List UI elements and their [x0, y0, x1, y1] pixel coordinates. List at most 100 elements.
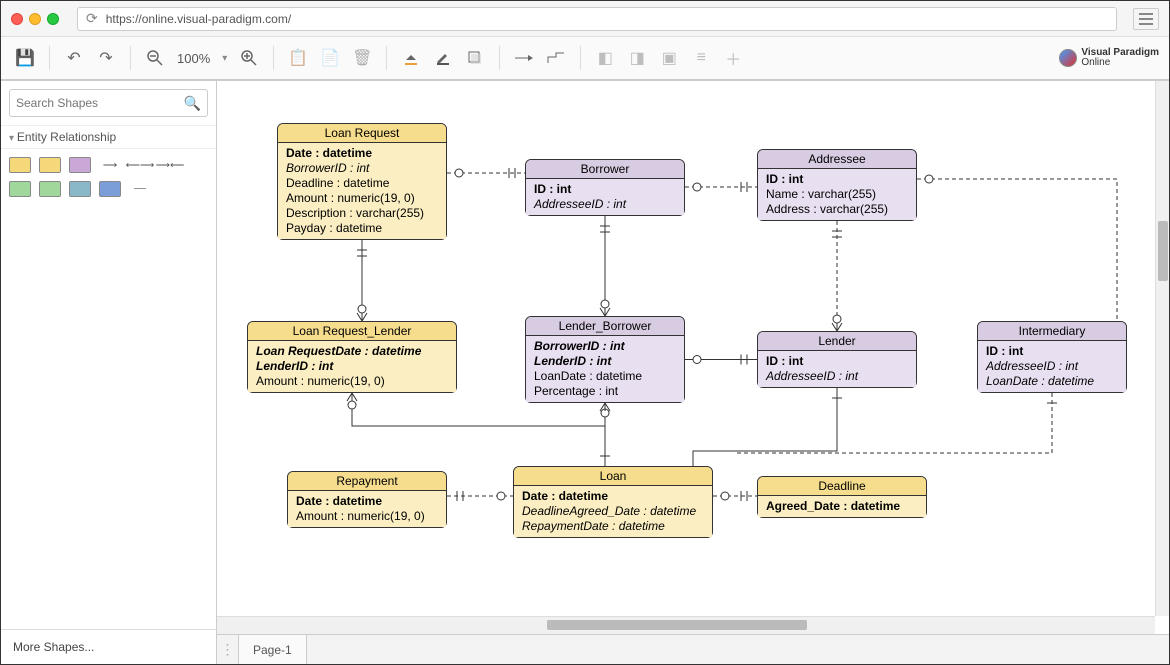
- palette-entity-teal[interactable]: [69, 181, 91, 197]
- entity-attr: Agreed_Date : datetime: [766, 499, 918, 514]
- entity-header: Loan Request: [278, 124, 446, 143]
- palette-conn-zero[interactable]: ⟶⟵: [159, 157, 181, 173]
- zoom-out-button[interactable]: [141, 44, 169, 72]
- entity-lender_borrower[interactable]: Lender_BorrowerBorrowerID : intLenderID …: [525, 316, 685, 403]
- entity-intermediary[interactable]: IntermediaryID : intAddresseeID : intLoa…: [977, 321, 1127, 393]
- waypoint-style-button[interactable]: [542, 44, 570, 72]
- entity-repayment[interactable]: RepaymentDate : datetimeAmount : numeric…: [287, 471, 447, 528]
- zoom-dropdown-icon[interactable]: ▾: [218, 53, 231, 64]
- entity-header: Repayment: [288, 472, 446, 491]
- align-button[interactable]: ≡: [687, 44, 715, 72]
- entity-attr: ID : int: [766, 172, 908, 187]
- entity-attr: LenderID : int: [256, 359, 448, 374]
- entity-body: Agreed_Date : datetime: [758, 496, 926, 517]
- add-button[interactable]: ＋: [719, 44, 747, 72]
- horizontal-scrollbar[interactable]: [217, 616, 1155, 634]
- tab-menu-button[interactable]: ⋮: [217, 635, 239, 664]
- entity-attr: Date : datetime: [286, 146, 438, 161]
- entity-attr: Deadline : datetime: [286, 176, 438, 191]
- entity-attr: Name : varchar(255): [766, 187, 908, 202]
- entity-borrower[interactable]: BorrowerID : intAddresseeID : int: [525, 159, 685, 216]
- entity-body: Date : datetimeAmount : numeric(19, 0): [288, 491, 446, 527]
- tab-page-1[interactable]: Page-1: [239, 635, 307, 664]
- palette-entity-purple[interactable]: [69, 157, 91, 173]
- entity-attr: RepaymentDate : datetime: [522, 519, 704, 534]
- entity-loan_request_lender[interactable]: Loan Request_LenderLoan RequestDate : da…: [247, 321, 457, 393]
- entity-header: Borrower: [526, 160, 684, 179]
- entity-attr: AddresseeID : int: [986, 359, 1118, 374]
- entity-attr: BorrowerID : int: [534, 339, 676, 354]
- fill-color-button[interactable]: [397, 44, 425, 72]
- entity-addressee[interactable]: AddresseeID : intName : varchar(255)Addr…: [757, 149, 917, 221]
- shape-palette: ⟶ ⟵⟶ ⟶⟵ ┄┄: [1, 149, 216, 205]
- vp-logo-icon: [1059, 49, 1077, 67]
- entity-body: Loan RequestDate : datetimeLenderID : in…: [248, 341, 456, 392]
- entity-attr: AddresseeID : int: [534, 197, 676, 212]
- entity-body: ID : intAddresseeID : int: [526, 179, 684, 215]
- entity-body: ID : intAddresseeID : int: [758, 351, 916, 387]
- close-window-button[interactable]: [11, 13, 23, 25]
- diagram-canvas[interactable]: Loan RequestDate : datetimeBorrowerID : …: [217, 81, 1169, 634]
- palette-entity-green[interactable]: [9, 181, 31, 197]
- entity-header: Lender: [758, 332, 916, 351]
- toolbar: 💾 ↶ ↷ 100%▾ 📋 📄 🗑 ◧ ◨ ▣ ≡ ＋ Visual Parad…: [1, 37, 1169, 81]
- entity-loan[interactable]: LoanDate : datetimeDeadlineAgreed_Date :…: [513, 466, 713, 538]
- entity-deadline[interactable]: Deadline Agreed_Date : datetime: [757, 476, 927, 518]
- entity-attr: BorrowerID : int: [286, 161, 438, 176]
- palette-entity-blue[interactable]: [99, 181, 121, 197]
- palette-entity-green-2[interactable]: [39, 181, 61, 197]
- group-button[interactable]: ▣: [655, 44, 683, 72]
- reload-icon[interactable]: ⟳: [86, 10, 98, 27]
- titlebar: ⟳: [1, 1, 1169, 37]
- sidebar-section-er[interactable]: Entity Relationship: [1, 125, 216, 149]
- connector-style-button[interactable]: [510, 44, 538, 72]
- zoom-level[interactable]: 100%: [173, 51, 214, 66]
- palette-conn-one[interactable]: ⟵⟶: [129, 157, 151, 173]
- entity-header: Loan Request_Lender: [248, 322, 456, 341]
- line-color-button[interactable]: [429, 44, 457, 72]
- shadow-button[interactable]: [461, 44, 489, 72]
- sidebar: 🔍 Entity Relationship ⟶ ⟵⟶ ⟶⟵ ┄┄ More Sh…: [1, 81, 217, 664]
- redo-button[interactable]: ↷: [92, 44, 120, 72]
- more-shapes-button[interactable]: More Shapes...: [1, 629, 216, 664]
- entity-attr: Date : datetime: [296, 494, 438, 509]
- palette-conn-dash[interactable]: ┄┄: [129, 181, 151, 197]
- address-bar[interactable]: ⟳: [77, 7, 1117, 31]
- shape-search-input[interactable]: [16, 96, 184, 110]
- menu-button[interactable]: [1133, 8, 1159, 30]
- horizontal-scrollbar-thumb[interactable]: [547, 620, 807, 630]
- minimize-window-button[interactable]: [29, 13, 41, 25]
- search-icon: 🔍: [184, 95, 201, 112]
- entity-attr: Description : varchar(255): [286, 206, 438, 221]
- palette-entity-yellow[interactable]: [9, 157, 31, 173]
- shape-search[interactable]: 🔍: [9, 89, 208, 117]
- entity-attr: AddresseeID : int: [766, 369, 908, 384]
- entity-header: Deadline: [758, 477, 926, 496]
- palette-entity-yellow-2[interactable]: [39, 157, 61, 173]
- vertical-scrollbar[interactable]: [1155, 81, 1169, 616]
- entity-loan_request[interactable]: Loan RequestDate : datetimeBorrowerID : …: [277, 123, 447, 240]
- to-front-button[interactable]: ◧: [591, 44, 619, 72]
- entity-header: Intermediary: [978, 322, 1126, 341]
- delete-button[interactable]: 🗑: [348, 44, 376, 72]
- undo-button[interactable]: ↶: [60, 44, 88, 72]
- entity-body: Date : datetimeBorrowerID : intDeadline …: [278, 143, 446, 239]
- paste-button[interactable]: 📄: [316, 44, 344, 72]
- copy-button[interactable]: 📋: [284, 44, 312, 72]
- entity-attr: Amount : numeric(19, 0): [256, 374, 448, 389]
- entity-header: Lender_Borrower: [526, 317, 684, 336]
- entity-header: Addressee: [758, 150, 916, 169]
- save-button[interactable]: 💾: [11, 44, 39, 72]
- entity-attr: ID : int: [986, 344, 1118, 359]
- to-back-button[interactable]: ◨: [623, 44, 651, 72]
- entity-attr: ID : int: [766, 354, 908, 369]
- entity-body: ID : intAddresseeID : intLoanDate : date…: [978, 341, 1126, 392]
- maximize-window-button[interactable]: [47, 13, 59, 25]
- zoom-in-button[interactable]: [235, 44, 263, 72]
- palette-conn-many[interactable]: ⟶: [99, 157, 121, 173]
- entity-attr: Amount : numeric(19, 0): [286, 191, 438, 206]
- page-tabs: ⋮ Page-1: [217, 634, 1169, 664]
- url-input[interactable]: [106, 12, 1108, 26]
- vertical-scrollbar-thumb[interactable]: [1158, 221, 1168, 281]
- entity-lender[interactable]: LenderID : intAddresseeID : int: [757, 331, 917, 388]
